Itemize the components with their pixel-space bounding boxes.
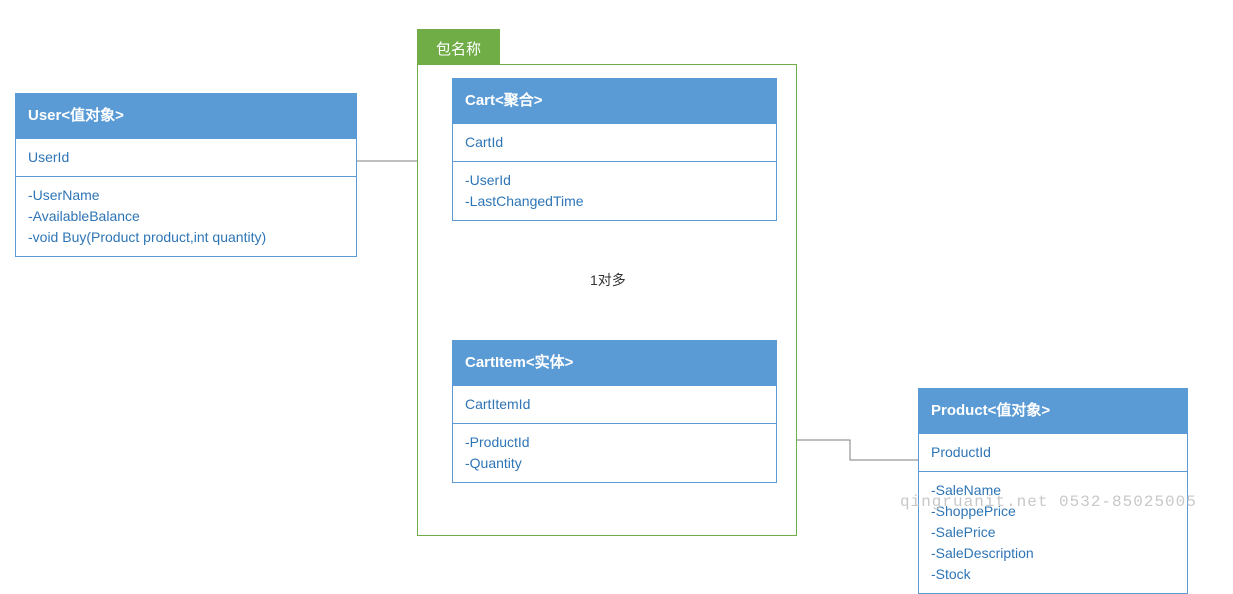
class-cartitem-title: CartItem<实体> (453, 341, 776, 386)
attr: -UserName (28, 185, 344, 206)
relation-cart-cartitem-label: 1对多 (590, 270, 626, 290)
class-user: User<值对象> UserId -UserName -AvailableBal… (15, 93, 357, 257)
class-user-id-field: UserId (28, 147, 344, 168)
class-cart: Cart<聚合> CartId -UserId -LastChangedTime (452, 78, 777, 221)
class-cart-id-field: CartId (465, 132, 764, 153)
attr: -SalePrice (931, 522, 1175, 543)
attr: -UserId (465, 170, 764, 191)
class-cartitem-id-field: CartItemId (465, 394, 764, 415)
attr: -SaleDescription (931, 543, 1175, 564)
attr: -AvailableBalance (28, 206, 344, 227)
class-product-id: ProductId (919, 434, 1187, 471)
class-cart-attrs: -UserId -LastChangedTime (453, 161, 776, 220)
class-cart-id: CartId (453, 124, 776, 161)
package-label: 包名称 (436, 41, 481, 58)
class-product-attrs: -SaleName -ShoppePrice -SalePrice -SaleD… (919, 471, 1187, 593)
class-product-title: Product<值对象> (919, 389, 1187, 434)
class-cartitem-attrs: -ProductId -Quantity (453, 423, 776, 482)
class-product: Product<值对象> ProductId -SaleName -Shoppe… (918, 388, 1188, 594)
class-user-title: User<值对象> (16, 94, 356, 139)
watermark-text: qingruanit.net 0532-85025005 (900, 493, 1197, 511)
class-cartitem-id: CartItemId (453, 386, 776, 423)
attr: -Quantity (465, 453, 764, 474)
class-user-id: UserId (16, 139, 356, 176)
class-product-id-field: ProductId (931, 442, 1175, 463)
class-cartitem: CartItem<实体> CartItemId -ProductId -Quan… (452, 340, 777, 483)
attr: -LastChangedTime (465, 191, 764, 212)
attr: -ProductId (465, 432, 764, 453)
package-tab: 包名称 (417, 29, 500, 68)
attr: -Stock (931, 564, 1175, 585)
class-cart-title: Cart<聚合> (453, 79, 776, 124)
class-user-attrs: -UserName -AvailableBalance -void Buy(Pr… (16, 176, 356, 256)
attr: -void Buy(Product product,int quantity) (28, 227, 344, 248)
